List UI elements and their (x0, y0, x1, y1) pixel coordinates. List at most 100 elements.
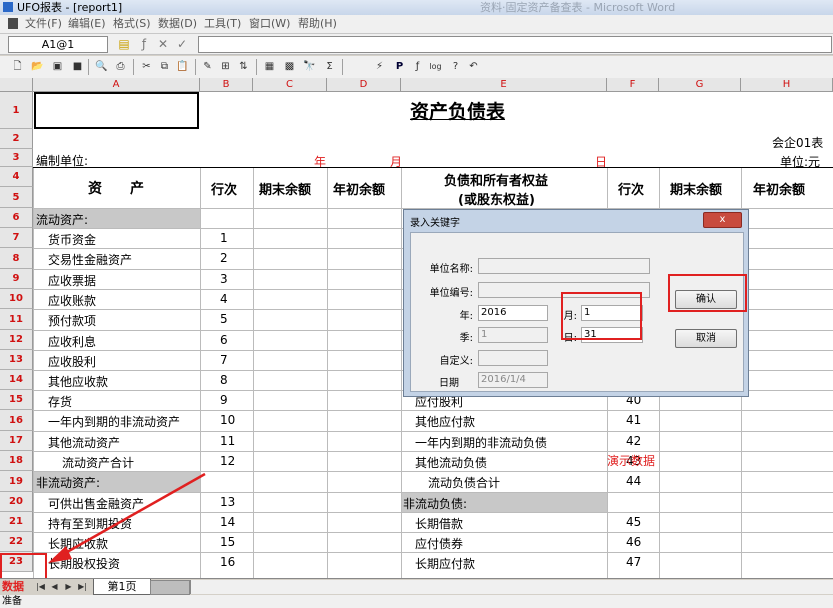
prev-sheet-icon[interactable]: ◀ (49, 581, 60, 593)
row-header[interactable]: 13 (0, 350, 33, 370)
asset-name-cell[interactable]: 持有至到期投资 (48, 515, 132, 532)
asset-name-cell[interactable]: 存货 (48, 393, 72, 410)
row-header[interactable]: 16 (0, 410, 33, 431)
row-header[interactable]: 18 (0, 451, 33, 471)
column-header[interactable]: H (741, 78, 833, 92)
row-header[interactable]: 19 (0, 471, 33, 492)
copy-icon[interactable]: ⧉ (157, 59, 172, 74)
last-sheet-icon[interactable]: ▶| (77, 581, 88, 593)
chart-icon[interactable]: ⚡ (372, 59, 387, 74)
row-header[interactable]: 9 (0, 269, 33, 289)
asset-line-cell[interactable]: 2 (220, 251, 228, 265)
column-header[interactable]: G (659, 78, 741, 92)
cell-reference-box[interactable]: A1@1 (8, 36, 108, 53)
asset-name-cell[interactable]: 货币资金 (48, 231, 96, 248)
asset-name-cell[interactable]: 应收账款 (48, 292, 96, 309)
next-sheet-icon[interactable]: ▶ (63, 581, 74, 593)
row-header[interactable]: 14 (0, 370, 33, 390)
asset-line-cell[interactable]: 1 (220, 231, 228, 245)
fx-icon[interactable]: ƒ (136, 36, 152, 52)
asset-name-cell[interactable]: 长期应收款 (48, 535, 108, 552)
asset-line-cell[interactable]: 11 (220, 434, 235, 448)
table-icon[interactable]: ▦ (262, 59, 277, 74)
asset-line-cell[interactable]: 14 (220, 515, 235, 529)
asset-line-cell[interactable]: 7 (220, 353, 228, 367)
close-button[interactable]: x (703, 212, 742, 228)
menu-window[interactable]: 窗口(W) (249, 15, 290, 33)
liability-line-cell[interactable]: 42 (626, 434, 641, 448)
asset-name-cell[interactable]: 其他应收款 (48, 373, 108, 390)
asset-line-cell[interactable]: 5 (220, 312, 228, 326)
selected-cell-a1[interactable] (34, 92, 199, 129)
row-header[interactable]: 5 (0, 187, 33, 208)
liability-line-cell[interactable]: 47 (626, 555, 641, 569)
undo-icon[interactable]: ↶ (466, 59, 481, 74)
asset-line-cell[interactable]: 16 (220, 555, 235, 569)
print-preview-icon[interactable]: 🔍 (94, 59, 109, 74)
horizontal-scrollbar[interactable] (190, 580, 833, 594)
unit-name-field[interactable] (478, 258, 650, 274)
menu-format[interactable]: 格式(S) (113, 15, 151, 33)
liability-name-cell[interactable]: 其他流动负债 (415, 454, 487, 471)
asset-line-cell[interactable]: 13 (220, 495, 235, 509)
data-mode-button[interactable]: 数据 (2, 580, 32, 594)
row-header[interactable]: 17 (0, 431, 33, 451)
document-icon[interactable] (8, 18, 18, 29)
row-header[interactable]: 1 (0, 92, 33, 129)
asset-name-cell[interactable]: 交易性金融资产 (48, 251, 132, 268)
asset-line-cell[interactable]: 4 (220, 292, 228, 306)
p-icon[interactable]: P (392, 59, 407, 74)
year-field[interactable]: 2016 (478, 305, 548, 321)
row-header[interactable]: 6 (0, 208, 33, 228)
asset-name-cell[interactable]: 应收票据 (48, 272, 96, 289)
column-header[interactable]: E (401, 78, 607, 92)
asset-name-cell[interactable]: 流动资产合计 (62, 454, 134, 471)
save-icon[interactable]: ▣ (50, 59, 65, 74)
asset-name-cell[interactable]: 应收利息 (48, 333, 96, 350)
sum-icon[interactable]: Σ (322, 59, 337, 74)
asset-name-cell[interactable]: 一年内到期的非流动资产 (48, 413, 180, 430)
asset-line-cell[interactable]: 9 (220, 393, 228, 407)
log-icon[interactable]: log (428, 59, 443, 74)
cut-icon[interactable]: ✂ (139, 59, 154, 74)
sort-icon[interactable]: ⇅ (236, 59, 251, 74)
sheet-tab-page1[interactable]: 第1页 (93, 579, 151, 595)
open-icon[interactable]: 📂 (30, 59, 45, 74)
grid-icon[interactable]: ▩ (282, 59, 297, 74)
menu-file[interactable]: 文件(F) (25, 15, 62, 33)
column-header[interactable]: B (200, 78, 253, 92)
insert-icon[interactable]: ⊞ (218, 59, 233, 74)
row-header[interactable]: 8 (0, 248, 33, 269)
asset-name-cell[interactable]: 预付款项 (48, 312, 96, 329)
menu-help[interactable]: 帮助(H) (298, 15, 337, 33)
column-header[interactable]: F (607, 78, 659, 92)
menu-edit[interactable]: 编辑(E) (68, 15, 106, 33)
accept-icon[interactable]: ✓ (174, 36, 190, 52)
formula-input[interactable] (198, 36, 832, 53)
row-header[interactable]: 11 (0, 309, 33, 330)
asset-name-cell[interactable]: 应收股利 (48, 353, 96, 370)
asset-name-cell[interactable]: 其他流动资产 (48, 434, 120, 451)
row-header[interactable]: 7 (0, 228, 33, 248)
row-header[interactable]: 2 (0, 129, 33, 149)
quarter-field[interactable]: 1 (478, 327, 548, 343)
liability-name-cell[interactable]: 应付债券 (415, 535, 463, 552)
new-icon[interactable]: 🗋 (10, 59, 25, 74)
help-icon[interactable]: ? (448, 59, 463, 74)
column-header[interactable]: D (327, 78, 401, 92)
custom-field[interactable] (478, 350, 548, 366)
liability-line-cell[interactable]: 44 (626, 474, 641, 488)
row-header[interactable]: 21 (0, 512, 33, 532)
row-header[interactable]: 12 (0, 330, 33, 350)
function-icon[interactable]: ▤ (116, 36, 132, 52)
liability-name-cell[interactable]: 流动负债合计 (428, 474, 500, 491)
row-header[interactable]: 15 (0, 390, 33, 410)
asset-line-cell[interactable]: 3 (220, 272, 228, 286)
format-painter-icon[interactable]: ✎ (200, 59, 215, 74)
liability-name-cell[interactable]: 非流动负债: (403, 495, 467, 512)
asset-name-cell[interactable]: 长期股权投资 (48, 555, 120, 572)
asset-line-cell[interactable]: 8 (220, 373, 228, 387)
menu-tools[interactable]: 工具(T) (204, 15, 241, 33)
save-all-icon[interactable]: ■ (70, 59, 85, 74)
function-wizard-icon[interactable]: ƒ (410, 59, 425, 74)
